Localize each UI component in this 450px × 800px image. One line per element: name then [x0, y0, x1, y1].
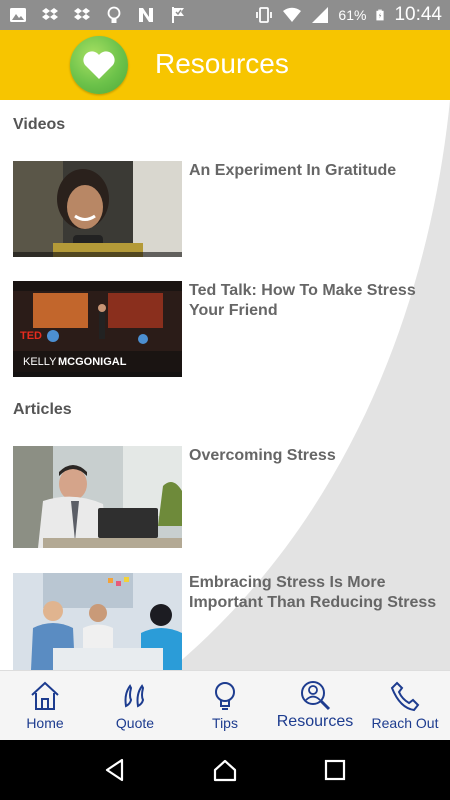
vibrate-icon	[256, 7, 273, 23]
section-title-videos: Videos	[13, 116, 66, 133]
resources-list[interactable]: Videos An Experiment In Gratitude TED KE…	[0, 100, 450, 670]
nav-label-reach-out: Reach Out	[371, 715, 439, 731]
team-meeting-image	[13, 573, 182, 670]
nav-home[interactable]: Home	[0, 671, 90, 740]
app-header: Resources	[0, 30, 450, 100]
video-thumbnail[interactable]: TED KELLY MCGONIGAL	[13, 281, 182, 377]
nav-label-resources: Resources	[276, 713, 354, 730]
list-item-article[interactable]: Embracing Stress Is More Important Than …	[13, 573, 450, 670]
item-title: An Experiment In Gratitude	[189, 162, 397, 179]
item-title: Overcoming Stress	[189, 447, 336, 464]
section-title-articles: Articles	[13, 401, 72, 418]
nav-tips[interactable]: Tips	[180, 671, 270, 740]
system-status: 61% 10:44	[254, 4, 442, 26]
ted-logo: TED	[20, 330, 42, 342]
lightbulb-icon	[215, 682, 235, 710]
home-icon[interactable]	[212, 757, 238, 783]
nav-label-home: Home	[26, 715, 64, 731]
battery-icon	[376, 9, 385, 21]
clock: 10:44	[394, 4, 442, 25]
list-item-article[interactable]: Overcoming Stress	[13, 446, 450, 548]
n-icon	[139, 8, 153, 22]
page-title: Resources	[155, 48, 289, 79]
bottom-navigation: Home Quote Tips Resources Reach Out	[0, 670, 450, 740]
home-icon	[31, 681, 59, 710]
heart-icon	[83, 51, 115, 79]
ted-talk-stage-image: TED KELLY MCGONIGAL	[13, 281, 182, 377]
dropbox-icon	[42, 8, 58, 20]
check-flag-icon	[172, 7, 184, 23]
list-item-video[interactable]: TED KELLY MCGONIGAL Ted Talk: How To Mak…	[13, 281, 450, 377]
dropbox-icon	[74, 8, 90, 20]
article-thumbnail[interactable]	[13, 573, 182, 670]
back-icon[interactable]	[102, 757, 128, 783]
battery-percent: 61%	[338, 7, 367, 23]
system-navigation-bar	[0, 740, 450, 800]
nav-resources[interactable]: Resources	[270, 671, 360, 740]
image-icon	[10, 8, 26, 22]
phone-icon	[390, 681, 420, 712]
item-title: Embracing Stress Is More Important Than …	[189, 574, 437, 611]
speaker-first-name: KELLY	[23, 356, 57, 368]
signal-icon	[312, 7, 329, 23]
article-thumbnail[interactable]	[13, 446, 182, 548]
nav-reach-out[interactable]: Reach Out	[360, 671, 450, 740]
nav-label-tips: Tips	[212, 715, 238, 731]
nav-label-quote: Quote	[115, 715, 155, 731]
video-thumbnail[interactable]	[13, 161, 182, 257]
app-logo	[70, 36, 128, 94]
lightbulb-icon	[107, 6, 121, 23]
item-title: Ted Talk: How To Make Stress Your Friend	[189, 282, 416, 319]
speaker-last-name: MCGONIGAL	[58, 356, 127, 368]
stressed-man-at-laptop-image	[13, 446, 182, 548]
recents-icon[interactable]	[322, 757, 348, 783]
quote-icon	[124, 684, 145, 708]
notification-icons	[8, 5, 188, 25]
woman-on-phone-image	[13, 161, 182, 257]
wifi-icon	[283, 7, 302, 22]
nav-quote[interactable]: Quote	[90, 671, 180, 740]
status-bar: 61% 10:44	[0, 0, 450, 30]
list-item-video[interactable]: An Experiment In Gratitude	[13, 161, 450, 257]
search-person-icon	[301, 681, 331, 711]
